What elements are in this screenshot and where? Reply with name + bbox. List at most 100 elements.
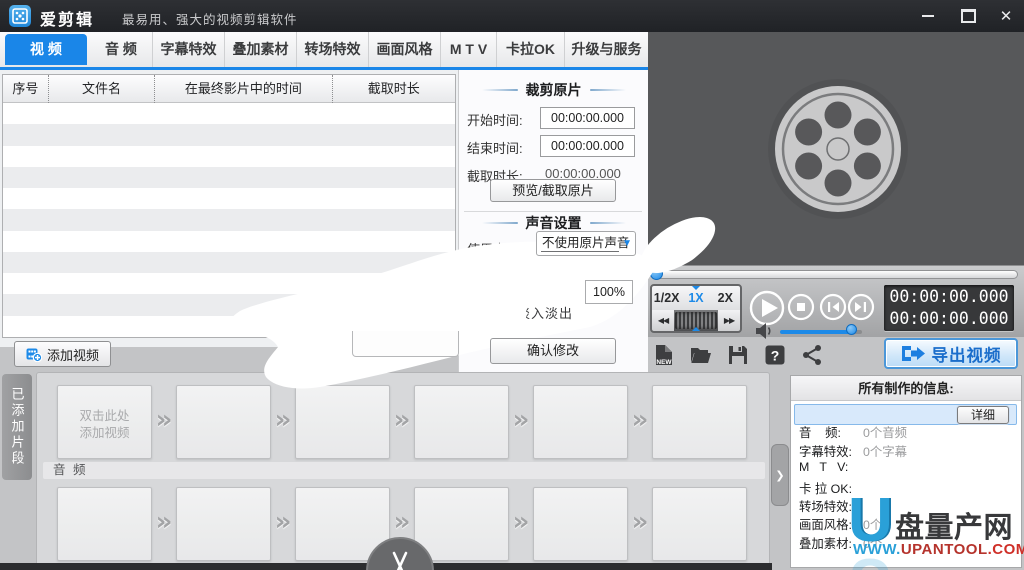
main-tab-7[interactable]: 卡拉OK — [496, 32, 564, 67]
prev-frame-button[interactable] — [819, 293, 847, 321]
seek-bar[interactable] — [652, 270, 1018, 279]
main-tab-3[interactable]: 叠加素材 — [224, 32, 296, 67]
collapse-panel-handle[interactable]: ❯ — [771, 444, 789, 506]
speed-option-1-2x[interactable]: 1/2X — [652, 286, 681, 310]
chevron-icon: » — [274, 405, 292, 435]
help-icon[interactable]: ? — [763, 343, 789, 369]
jog-forward-button[interactable]: ▶▶ — [718, 310, 740, 331]
main-tab-8[interactable]: 升级与服务 — [564, 32, 648, 67]
clip-slot[interactable] — [176, 385, 271, 459]
crop-section-title: 裁剪原片 — [525, 82, 582, 98]
jog-rewind-button[interactable]: ◀◀ — [652, 310, 674, 331]
main-tab-4[interactable]: 转场特效 — [296, 32, 368, 67]
detail-button[interactable]: 详细 — [957, 406, 1009, 424]
clip-slot[interactable] — [176, 487, 271, 561]
app-window: 爱剪辑 最易用、强大的视频剪辑软件 ✕ 视 频音 频字幕特效 叠加素材 转场特效 画面… — [0, 0, 1024, 570]
sound-source-dropdown[interactable]: 不使用原片声音 ▼ — [536, 231, 636, 256]
next-frame-button[interactable] — [847, 293, 875, 321]
start-time-input[interactable]: 00:00:00.000 — [540, 107, 635, 129]
sound-section-title: 声音设置 — [525, 215, 582, 231]
erased-patch — [511, 299, 526, 321]
clip-slot[interactable] — [533, 385, 628, 459]
confirm-changes-button[interactable]: 确认修改 — [490, 338, 616, 364]
file-list[interactable]: 序号 文件名 在最终影片中的时间 截取时长 — [2, 74, 456, 338]
column-header-1: 文件名 — [47, 75, 155, 103]
sound-section-header: 声音设置 — [459, 213, 648, 233]
share-icon[interactable] — [800, 343, 826, 369]
info-row-label: 转场特效: — [799, 500, 853, 514]
edit-panel: 裁剪原片 开始时间: 00:00:00.000 结束时间: 00:00:00.0… — [458, 70, 648, 377]
main-tab-1[interactable]: 音 频 — [90, 32, 152, 67]
file-list-row — [3, 188, 455, 210]
end-time-label: 结束时间: — [467, 141, 523, 156]
stop-button[interactable] — [787, 293, 815, 321]
svg-text:?: ? — [771, 348, 780, 364]
clip-slot[interactable] — [652, 385, 747, 459]
video-preview — [648, 32, 1024, 265]
erased-button-fragment — [352, 331, 459, 357]
maximize-button[interactable] — [955, 6, 981, 26]
info-row-label: 字幕特效: — [799, 444, 853, 459]
svg-text:NEW: NEW — [656, 359, 672, 366]
volume-slider[interactable] — [780, 330, 854, 334]
clip-slot[interactable] — [652, 487, 747, 561]
info-row-value: 0个 — [863, 518, 883, 533]
scissors-icon — [392, 551, 408, 570]
column-header-0: 序号 — [12, 81, 39, 96]
file-list-row — [3, 209, 455, 231]
main-tab-6[interactable]: M T V — [440, 32, 496, 67]
play-button[interactable] — [749, 290, 785, 326]
file-list-row — [3, 103, 455, 125]
divider — [481, 222, 518, 224]
main-tab-0[interactable]: 视 频 — [5, 34, 87, 65]
clip-slot[interactable] — [57, 487, 152, 561]
main-tab-2[interactable]: 字幕特效 — [152, 32, 224, 67]
volume-handle[interactable] — [846, 324, 857, 335]
added-clips-tab[interactable]: 已添加片段 — [2, 374, 32, 480]
project-info-panel: 所有制作的信息: 视 频:0个视频音 频:0个音频字幕特效:0个字幕M T V:… — [790, 375, 1022, 568]
add-video-icon — [26, 348, 42, 362]
chevron-icon: » — [393, 405, 411, 435]
seek-handle[interactable] — [650, 267, 663, 280]
add-video-button[interactable]: 添加视频 — [14, 341, 111, 367]
new-project-icon[interactable]: NEW — [652, 343, 678, 369]
clip-slot[interactable] — [533, 487, 628, 561]
export-video-button[interactable]: 导出视频 — [884, 338, 1018, 369]
info-row-value: 0个字幕 — [863, 444, 908, 459]
app-tagline: 最易用、强大的视频剪辑软件 — [122, 13, 298, 27]
open-project-icon[interactable] — [689, 343, 715, 369]
chevron-icon: » — [155, 507, 173, 537]
info-row-label: 卡 拉 OK: — [799, 481, 853, 496]
file-list-header: 序号 文件名 在最终影片中的时间 截取时长 — [3, 75, 455, 103]
main-tab-5[interactable]: 画面风格 — [368, 32, 440, 67]
slot-placeholder-line1: 双击此处 — [79, 409, 130, 423]
file-list-row — [3, 273, 455, 295]
divider — [589, 89, 626, 91]
add-video-label: 添加视频 — [46, 347, 99, 363]
speed-option-2x[interactable]: 2X — [711, 286, 740, 310]
minimize-button[interactable] — [915, 6, 941, 26]
clip-slot[interactable] — [295, 385, 390, 459]
file-list-row — [3, 230, 455, 252]
save-project-icon[interactable] — [726, 343, 752, 369]
film-reel-icon — [768, 79, 908, 219]
section-divider — [464, 211, 642, 212]
close-button[interactable]: ✕ — [993, 6, 1019, 26]
use-sound-label: 使用声音: — [467, 242, 523, 257]
file-list-row — [3, 166, 455, 189]
end-time-input[interactable]: 00:00:00.000 — [540, 135, 635, 157]
title-bar: 爱剪辑 最易用、强大的视频剪辑软件 ✕ — [0, 0, 1024, 32]
file-list-rows — [3, 103, 455, 337]
add-video-slot[interactable]: 双击此处 添加视频 — [57, 385, 152, 459]
file-list-row — [3, 251, 455, 274]
timecode-display: 00:00:00.000 00:00:00.000 — [884, 285, 1014, 331]
clip-slot[interactable] — [414, 385, 509, 459]
preview-capture-button[interactable]: 预览/截取原片 — [490, 179, 616, 202]
timecode-current: 00:00:00.000 — [889, 287, 1009, 306]
app-name: 爱剪辑 — [40, 12, 95, 29]
file-list-row — [3, 294, 455, 316]
start-time-label: 开始时间: — [467, 113, 523, 128]
divider — [589, 222, 626, 224]
minimize-icon — [922, 15, 934, 17]
original-volume-input[interactable]: 100% — [585, 280, 633, 304]
